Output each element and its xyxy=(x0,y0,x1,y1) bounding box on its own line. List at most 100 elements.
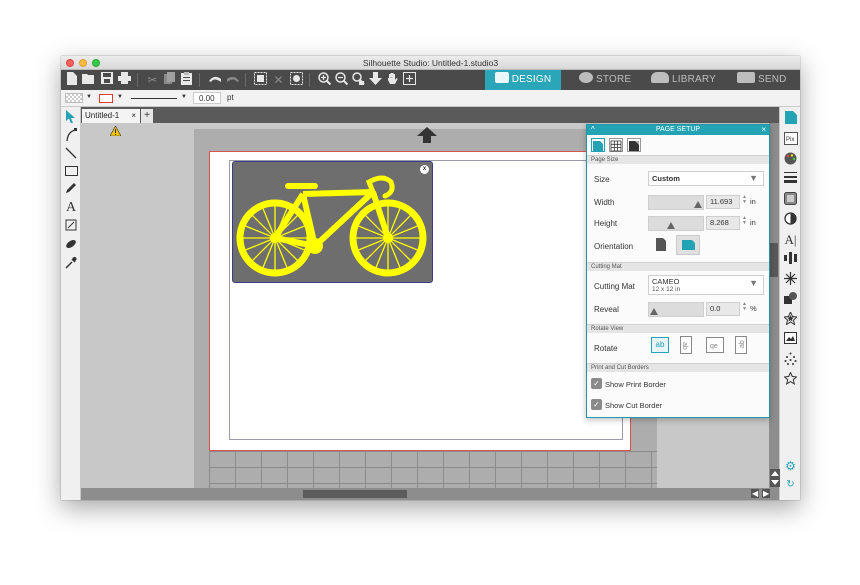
main-toolbar: ✂ ✕ DESIGN STORE LIBRARY SEND xyxy=(61,70,800,90)
align-panel-icon[interactable] xyxy=(783,252,798,267)
delete-object-icon[interactable]: x xyxy=(420,165,429,174)
tab-library[interactable]: LIBRARY xyxy=(651,70,721,90)
scroll-right-icon[interactable]: ▶ xyxy=(762,489,771,498)
print-icon[interactable] xyxy=(117,72,132,88)
show-cut-border-checkbox[interactable]: ✓ xyxy=(591,399,602,410)
reveal-slider[interactable] xyxy=(648,302,704,317)
save-icon[interactable] xyxy=(99,72,114,88)
reveal-slider-knob[interactable] xyxy=(650,308,658,315)
fill-dropdown-arrow-icon[interactable]: ▼ xyxy=(86,94,92,100)
height-input[interactable]: 8.268 xyxy=(706,216,740,230)
width-input[interactable]: 11.693 xyxy=(706,195,740,209)
width-unit: in xyxy=(750,197,756,206)
cutting-mat-select[interactable]: CAMEO 12 x 12 in ▼ xyxy=(648,275,764,295)
line-tool-icon[interactable] xyxy=(64,147,78,163)
zoom-out-icon[interactable] xyxy=(334,72,349,88)
favorites-star-icon[interactable] xyxy=(783,371,798,387)
rotate-0-button[interactable]: ab xyxy=(651,337,669,353)
eraser-tool-icon[interactable] xyxy=(64,219,78,235)
portrait-orientation-icon[interactable] xyxy=(653,236,669,254)
selected-bicycle-design[interactable]: x xyxy=(232,161,433,283)
height-spinner-icon[interactable]: ▲ ▼ xyxy=(742,216,747,226)
pan-hand-icon[interactable] xyxy=(385,72,400,88)
rotate-180-icon[interactable]: qe xyxy=(706,337,724,353)
show-print-border-checkbox[interactable]: ✓ xyxy=(591,378,602,389)
scroll-up-down-icon[interactable] xyxy=(770,469,780,487)
zoom-drag-icon[interactable] xyxy=(351,72,366,88)
sketch-panel-icon[interactable] xyxy=(783,352,798,367)
rectangle-tool-icon[interactable] xyxy=(64,164,78,180)
reveal-spinner-icon[interactable]: ▲ ▼ xyxy=(742,302,747,312)
add-tab-button[interactable]: + xyxy=(141,109,153,123)
offset-star-panel-icon[interactable] xyxy=(782,310,799,327)
fill-color-swatch[interactable] xyxy=(65,93,83,103)
pencil-tool-icon[interactable] xyxy=(64,182,78,198)
vertical-scrollbar[interactable] xyxy=(769,123,779,488)
redo-icon[interactable] xyxy=(225,72,240,88)
horizontal-scroll-thumb[interactable] xyxy=(303,490,407,498)
width-spinner-icon[interactable]: ▲ ▼ xyxy=(742,195,747,205)
page-setup-panel-icon[interactable] xyxy=(783,111,798,126)
close-tab-icon[interactable]: × xyxy=(131,109,136,123)
select-all-icon[interactable] xyxy=(253,72,268,88)
knife-tool-icon[interactable] xyxy=(64,238,78,254)
line-style-panel-icon[interactable] xyxy=(783,172,798,187)
open-folder-icon[interactable] xyxy=(81,72,96,88)
width-label: Width xyxy=(594,198,615,207)
trace-panel-icon[interactable] xyxy=(783,332,798,347)
fit-page-icon[interactable] xyxy=(402,72,417,88)
settings-gear-icon[interactable]: ⚙ xyxy=(783,459,798,474)
image-panel-icon[interactable] xyxy=(783,192,798,207)
reveal-input[interactable]: 0.0 xyxy=(706,302,740,316)
width-slider-knob[interactable] xyxy=(694,201,702,208)
line-color-swatch[interactable] xyxy=(99,94,113,103)
select-tool-icon[interactable] xyxy=(64,110,78,126)
line-style-preview[interactable] xyxy=(131,98,177,99)
vertical-scroll-thumb[interactable] xyxy=(770,243,778,277)
copy-icon[interactable] xyxy=(162,72,177,88)
document-tab-strip: Untitled-1 × + xyxy=(81,107,779,123)
size-value: Custom xyxy=(652,174,680,183)
replicate-panel-icon[interactable] xyxy=(783,272,798,287)
modify-panel-icon[interactable] xyxy=(783,292,798,307)
tab-design[interactable]: DESIGN xyxy=(485,70,561,90)
text-tool-icon[interactable]: A xyxy=(64,200,78,216)
rotate-270-icon[interactable]: ab xyxy=(735,336,747,354)
point-edit-tool-icon[interactable] xyxy=(64,128,78,144)
line-dropdown-arrow-icon[interactable]: ▼ xyxy=(117,94,123,100)
text-style-panel-icon[interactable]: A| xyxy=(783,232,798,247)
pix-scan-icon[interactable]: Pix xyxy=(783,132,798,147)
tab-untitled-1[interactable]: Untitled-1 × xyxy=(82,109,140,123)
select-by-color-icon[interactable] xyxy=(289,72,304,88)
undo-icon[interactable] xyxy=(207,72,222,88)
width-slider[interactable] xyxy=(648,195,704,210)
tab-store[interactable]: STORE xyxy=(579,70,639,90)
landscape-orientation-icon[interactable] xyxy=(676,235,700,255)
new-file-icon[interactable] xyxy=(64,72,79,88)
deselect-icon[interactable]: ✕ xyxy=(271,72,286,88)
sync-icon[interactable]: ↻ xyxy=(783,477,798,492)
tab-send[interactable]: SEND xyxy=(737,70,799,90)
collapse-panel-icon[interactable]: ^ xyxy=(591,125,595,135)
height-slider[interactable] xyxy=(648,216,704,231)
page-setup-grid-tab[interactable] xyxy=(609,138,623,152)
store-icon xyxy=(579,72,593,83)
paste-icon[interactable] xyxy=(179,72,194,88)
close-panel-icon[interactable]: × xyxy=(761,125,766,135)
contrast-panel-icon[interactable] xyxy=(783,212,798,227)
horizontal-scrollbar[interactable]: ◀ ▶ xyxy=(81,488,779,500)
fill-panel-palette-icon[interactable] xyxy=(783,152,798,167)
cut-icon[interactable]: ✂ xyxy=(145,72,160,88)
rotate-90-icon[interactable]: ab xyxy=(680,336,692,354)
zoom-fit-icon[interactable] xyxy=(368,72,383,88)
warning-icon[interactable] xyxy=(109,123,122,141)
line-width-input[interactable]: 0.00 xyxy=(193,92,221,104)
height-slider-knob[interactable] xyxy=(667,222,675,229)
page-setup-general-tab[interactable] xyxy=(591,138,605,152)
eyedropper-tool-icon[interactable] xyxy=(64,256,78,272)
page-setup-background-tab[interactable] xyxy=(627,138,641,152)
line-style-arrow-icon[interactable]: ▼ xyxy=(181,94,187,100)
scroll-left-icon[interactable]: ◀ xyxy=(751,489,760,498)
zoom-in-icon[interactable] xyxy=(317,72,332,88)
size-select[interactable]: Custom ▼ xyxy=(648,171,764,186)
